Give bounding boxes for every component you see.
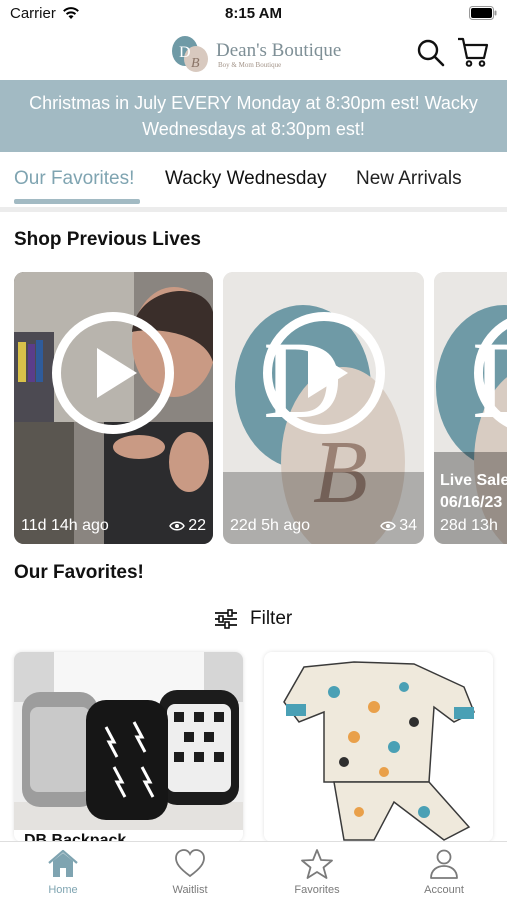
play-icon [308,348,348,398]
clock: 8:15 AM [225,5,282,22]
cart-button[interactable] [456,36,490,68]
status-bar: Carrier 8:15 AM [0,0,507,28]
tabbar-waitlist[interactable]: Waitlist [127,842,253,900]
play-button[interactable] [52,312,174,434]
live-sale-date: 06/16/23 [440,494,503,511]
announcement-banner: Christmas in July EVERY Monday at 8:30pm… [0,80,507,152]
previous-lives-title: Shop Previous Lives [14,229,201,250]
video-views-count: 34 [399,517,417,534]
eye-icon [380,521,397,531]
product-image [264,652,493,842]
video-views-count: 22 [188,517,206,534]
active-tab-indicator [14,199,140,204]
tabbar-favorites[interactable]: Favorites [254,842,380,900]
brand-logo[interactable]: D B Dean's Boutique Boy & Mom Boutique [170,34,342,74]
tabbar-favorites-label: Favorites [294,884,340,896]
tab-new-arrivals[interactable]: New Arrivals [356,168,462,190]
video-views: 34 [380,517,417,535]
tabbar-home-label: Home [48,884,78,896]
person-icon [430,849,458,879]
play-icon [97,348,137,398]
home-icon [48,849,78,877]
banner-text: Christmas in July EVERY Monday at 8:30pm… [29,93,478,139]
app-header: D B Dean's Boutique Boy & Mom Boutique [0,28,507,80]
search-icon [417,39,445,67]
play-button[interactable] [263,312,385,434]
tabbar-home[interactable]: Home [0,842,126,900]
category-tabs: Our Favorites! Wacky Wednesday New Arriv… [0,152,507,210]
svg-text:B: B [191,56,200,71]
filter-label: Filter [250,608,293,629]
search-button[interactable] [416,38,446,68]
tabs-divider [0,207,507,212]
product-card[interactable] [264,652,493,842]
heart-icon [175,849,205,878]
tabbar-account-label: Account [424,884,464,896]
tab-our-favorites[interactable]: Our Favorites! [14,168,134,190]
video-card[interactable]: D Live Sale 06/16/23 28d 13h [434,272,507,544]
tabbar-account[interactable]: Account [381,842,507,900]
filter-sliders-icon [215,609,237,629]
svg-text:D: D [179,44,191,61]
video-card[interactable]: D B 22d 5h ago 34 [223,272,424,544]
logo-mark-icon: D B [172,36,208,72]
filter-button[interactable]: Filter [214,604,292,634]
logo-subtitle: Boy & Mom Boutique [218,61,282,69]
live-sale-title: Live Sale [440,472,507,489]
tab-wacky-wednesday[interactable]: Wacky Wednesday [165,168,327,190]
video-card[interactable]: 11d 14h ago 22 [14,272,213,544]
product-card[interactable]: DB Backpack [14,652,243,842]
video-time-ago: 11d 14h ago [21,517,109,534]
cart-icon [458,37,489,67]
video-views: 22 [169,517,206,535]
logo-text: Dean's Boutique [216,40,342,61]
video-time-ago: 22d 5h ago [230,517,311,534]
tabbar-waitlist-label: Waitlist [172,884,208,896]
battery-icon [469,6,497,25]
star-icon [301,849,333,879]
favorites-title: Our Favorites! [14,562,144,583]
live-sale-label: Live Sale 06/16/23 [440,470,507,514]
bottom-tab-bar: Home Waitlist Favorites Account [0,841,507,900]
product-image [14,652,243,830]
video-time-ago: 28d 13h [440,517,498,534]
eye-icon [169,521,186,531]
